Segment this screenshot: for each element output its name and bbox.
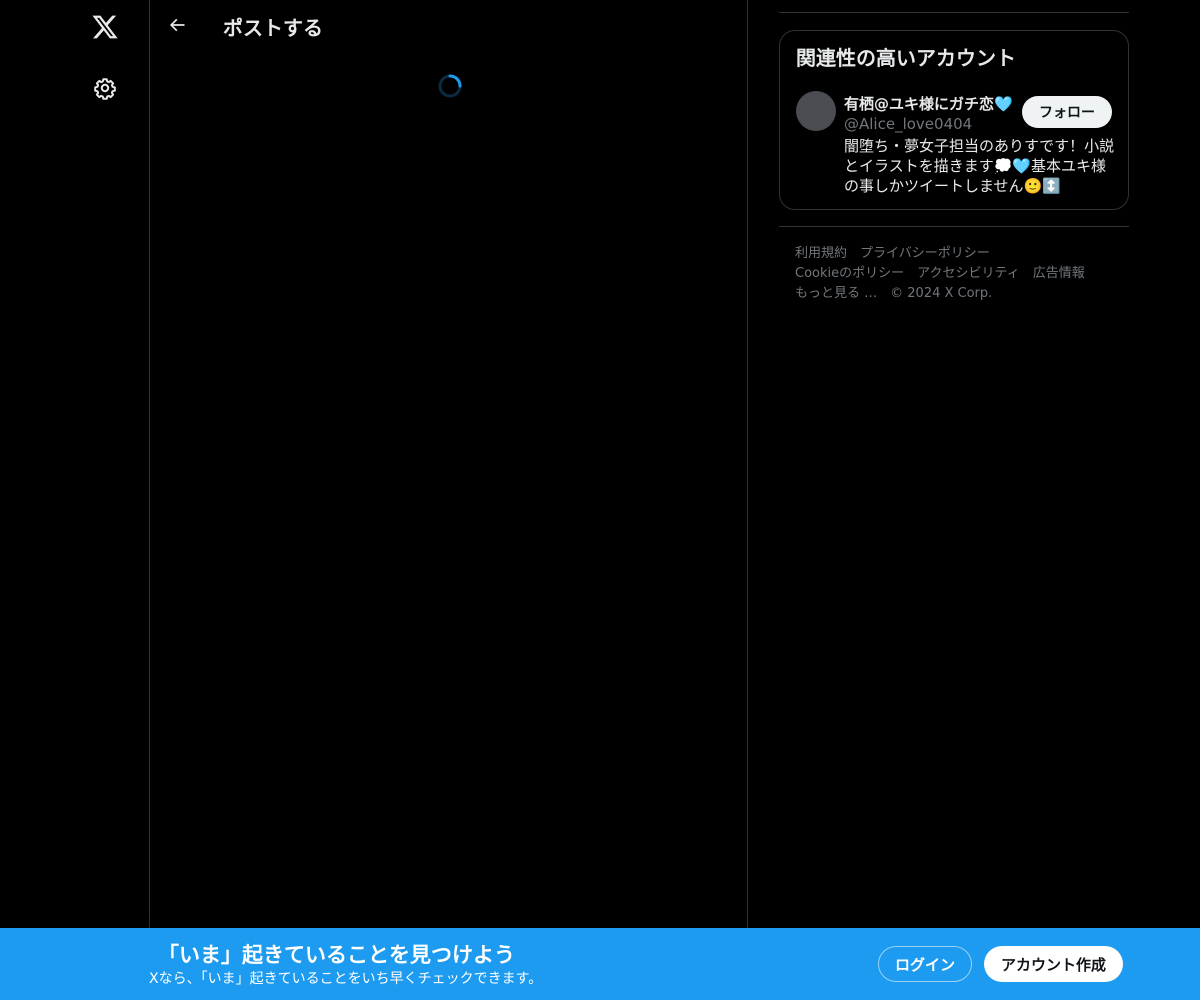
footer-row: 利用規約 プライバシーポリシー <box>795 244 1113 264</box>
page-header: ポストする <box>150 0 747 54</box>
footer-row: もっと見る … © 2024 X Corp. <box>795 284 1113 304</box>
right-sidebar: 関連性の高いアカウント 有栖@ユキ様にガチ恋🩵 @Alice_love0404 … <box>779 0 1129 928</box>
follow-button[interactable]: フォロー <box>1022 96 1112 128</box>
footer-link-cookie[interactable]: Cookieのポリシー <box>795 264 904 284</box>
back-button[interactable] <box>164 12 190 38</box>
footer-link-ads[interactable]: 広告情報 <box>1033 264 1085 284</box>
footer-link-more[interactable]: もっと見る … <box>795 284 877 304</box>
bottom-divider <box>779 226 1129 227</box>
app-root: ポストする 関連性の高いアカウント 有栖@ユキ様にガチ恋🩵 @Alice_lov… <box>0 0 1200 1000</box>
loading-spinner-icon <box>437 73 463 99</box>
gear-icon[interactable] <box>91 74 119 102</box>
arrow-left-icon <box>169 18 185 32</box>
footer-link-accessibility[interactable]: アクセシビリティ <box>917 264 1020 284</box>
x-logo-icon[interactable] <box>89 11 121 43</box>
copyright-text: © 2024 X Corp. <box>890 286 993 301</box>
account-name[interactable]: 有栖@ユキ様にガチ恋🩵 <box>844 93 1013 114</box>
banner-title: 「いま」起きていることを見つけよう <box>158 943 515 967</box>
footer-links: 利用規約 プライバシーポリシー Cookieのポリシー アクセシビリティ 広告情… <box>795 244 1113 304</box>
login-button[interactable]: ログイン <box>878 946 972 982</box>
center-column: ポストする <box>149 0 748 928</box>
account-handle[interactable]: @Alice_love0404 <box>844 115 972 133</box>
footer-link-terms[interactable]: 利用規約 <box>795 244 847 264</box>
signup-button[interactable]: アカウント作成 <box>984 946 1123 982</box>
signup-banner: 「いま」起きていることを見つけよう Xなら、「いま」起きていることをいち早くチェ… <box>0 928 1200 1000</box>
relevant-accounts-card: 関連性の高いアカウント 有栖@ユキ様にガチ恋🩵 @Alice_love0404 … <box>779 30 1129 210</box>
footer-row: Cookieのポリシー アクセシビリティ 広告情報 <box>795 264 1113 284</box>
page-title: ポストする <box>223 16 323 40</box>
left-navigation <box>0 0 149 1000</box>
card-title: 関連性の高いアカウント <box>796 46 1016 70</box>
avatar[interactable] <box>796 91 836 131</box>
top-divider <box>779 12 1129 13</box>
footer-link-privacy[interactable]: プライバシーポリシー <box>860 244 990 264</box>
banner-subtitle: Xなら、「いま」起きていることをいち早くチェックできます。 <box>149 971 543 987</box>
account-bio: 闇堕ち・夢女子担当のありすです！小説とイラストを描きます💭🩵基本ユキ様の事しかツ… <box>844 137 1115 195</box>
